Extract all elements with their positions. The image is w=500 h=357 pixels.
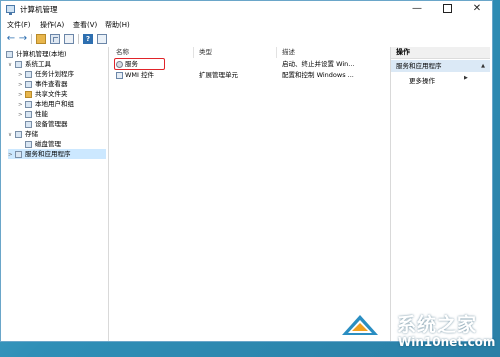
tree-item-device-manager[interactable]: 设备管理器 [18, 119, 68, 129]
wmi-control-icon [116, 71, 123, 79]
close-button[interactable]: ✕ [462, 1, 492, 16]
tree-item-label: 事件查看器 [35, 80, 68, 88]
column-header-description[interactable]: 描述 [277, 47, 388, 58]
back-arrow-icon[interactable]: ← [6, 34, 16, 44]
shared-folder-icon [25, 90, 32, 98]
submenu-arrow-icon: ▶ [464, 75, 468, 81]
red-highlight-box [114, 58, 165, 70]
tree-item-label: 存储 [25, 130, 38, 138]
maximize-icon [442, 3, 452, 13]
users-icon [25, 100, 32, 108]
chevron-down-icon[interactable]: ∨ [8, 60, 15, 70]
tools-icon [15, 60, 22, 68]
device-manager-icon [25, 120, 32, 128]
tree-item-performance[interactable]: > 性能 [18, 109, 48, 119]
performance-icon [25, 110, 32, 118]
tree-item-label: 服务和应用程序 [25, 150, 71, 158]
maximize-button[interactable] [432, 1, 462, 16]
computer-management-window: 计算机管理 — ✕ 文件(F) 操作(A) 查看(V) 帮助(H) ← → ? … [0, 0, 493, 342]
menu-view[interactable]: 查看(V) [73, 20, 97, 30]
navigation-tree: 计算机管理(本地) ∨ 系统工具 > 任务计划程序 > 事件查看器 > 共享文件夹 > 本… [5, 47, 109, 341]
watermark-text-en: Win10net.com [398, 335, 496, 349]
list-item-description: 启动、终止并设置 Win... [282, 60, 355, 68]
menu-help[interactable]: 帮助(H) [105, 20, 130, 30]
task-scheduler-icon [25, 70, 32, 78]
menu-action[interactable]: 操作(A) [40, 20, 64, 30]
help-icon[interactable]: ? [83, 34, 93, 44]
services-apps-icon [15, 150, 22, 158]
more-actions-label: 更多操作 [409, 77, 435, 85]
tree-item-storage[interactable]: ∨ 存储 [8, 129, 38, 139]
actions-pane: 操作 服务和应用程序 ▲ 更多操作 ▶ [390, 47, 490, 341]
minimize-button[interactable]: — [402, 1, 432, 16]
forward-arrow-icon[interactable]: → [18, 34, 28, 44]
tree-item-label: 性能 [35, 110, 48, 118]
toolbar-separator [78, 34, 79, 44]
computer-icon [6, 50, 13, 58]
tree-item-label: 任务计划程序 [35, 70, 74, 78]
action-pane-icon[interactable] [97, 34, 107, 44]
watermark-text-cn: 系统之家 [397, 314, 478, 336]
collapse-up-icon[interactable]: ▲ [481, 60, 485, 72]
tree-item-computer-management-local[interactable]: 计算机管理(本地) [6, 49, 67, 59]
actions-header: 操作 [391, 47, 490, 59]
folder-up-icon[interactable] [36, 34, 46, 44]
menu-file[interactable]: 文件(F) [7, 20, 31, 30]
menu-bar: 文件(F) 操作(A) 查看(V) 帮助(H) [1, 18, 492, 32]
storage-icon [15, 130, 22, 138]
list-item-wmi-control[interactable]: WMI 控件 扩展管理单元 配置和控制 Windows ... [111, 70, 388, 81]
title-bar: 计算机管理 — ✕ [1, 1, 492, 18]
properties-icon[interactable] [64, 34, 74, 44]
toolbar: ← → ? [1, 32, 492, 46]
chevron-down-icon[interactable]: ∨ [8, 130, 15, 140]
show-tree-icon[interactable] [50, 34, 60, 44]
tree-item-label: 本地用户和组 [35, 100, 74, 108]
tree-item-label: 共享文件夹 [35, 90, 68, 98]
details-list: 名称 类型 描述 服务 启动、终止并设置 Win... WMI 控件 扩展管理单… [111, 47, 388, 341]
tree-item-system-tools[interactable]: ∨ 系统工具 [8, 59, 51, 69]
toolbar-separator [31, 34, 32, 44]
list-item-description: 配置和控制 Windows ... [282, 71, 354, 79]
event-viewer-icon [25, 80, 32, 88]
more-actions-item[interactable]: 更多操作 ▶ [409, 75, 468, 85]
tree-item-local-users-groups[interactable]: > 本地用户和组 [18, 99, 74, 109]
column-header-type[interactable]: 类型 [194, 47, 277, 58]
tree-item-label: 系统工具 [25, 60, 51, 68]
actions-section-services-apps[interactable]: 服务和应用程序 ▲ [391, 60, 490, 72]
tree-item-event-viewer[interactable]: > 事件查看器 [18, 79, 68, 89]
chevron-right-icon[interactable]: > [8, 150, 15, 160]
tree-item-services-and-applications[interactable]: > 服务和应用程序 [8, 149, 106, 159]
disk-management-icon [25, 140, 32, 148]
tree-item-task-scheduler[interactable]: > 任务计划程序 [18, 69, 74, 79]
tree-item-label: 计算机管理(本地) [16, 50, 67, 58]
list-item-name: WMI 控件 [125, 71, 155, 79]
computer-management-icon [6, 5, 15, 15]
tree-item-label: 磁盘管理 [35, 140, 61, 148]
tree-item-shared-folders[interactable]: > 共享文件夹 [18, 89, 68, 99]
list-item-type: 扩展管理单元 [199, 71, 238, 79]
watermark-logo-icon [334, 309, 386, 339]
tree-item-label: 设备管理器 [35, 120, 68, 128]
column-header-name[interactable]: 名称 [111, 47, 194, 58]
window-title: 计算机管理 [20, 5, 58, 14]
tree-item-disk-management[interactable]: 磁盘管理 [18, 139, 61, 149]
actions-section-label: 服务和应用程序 [396, 62, 442, 70]
